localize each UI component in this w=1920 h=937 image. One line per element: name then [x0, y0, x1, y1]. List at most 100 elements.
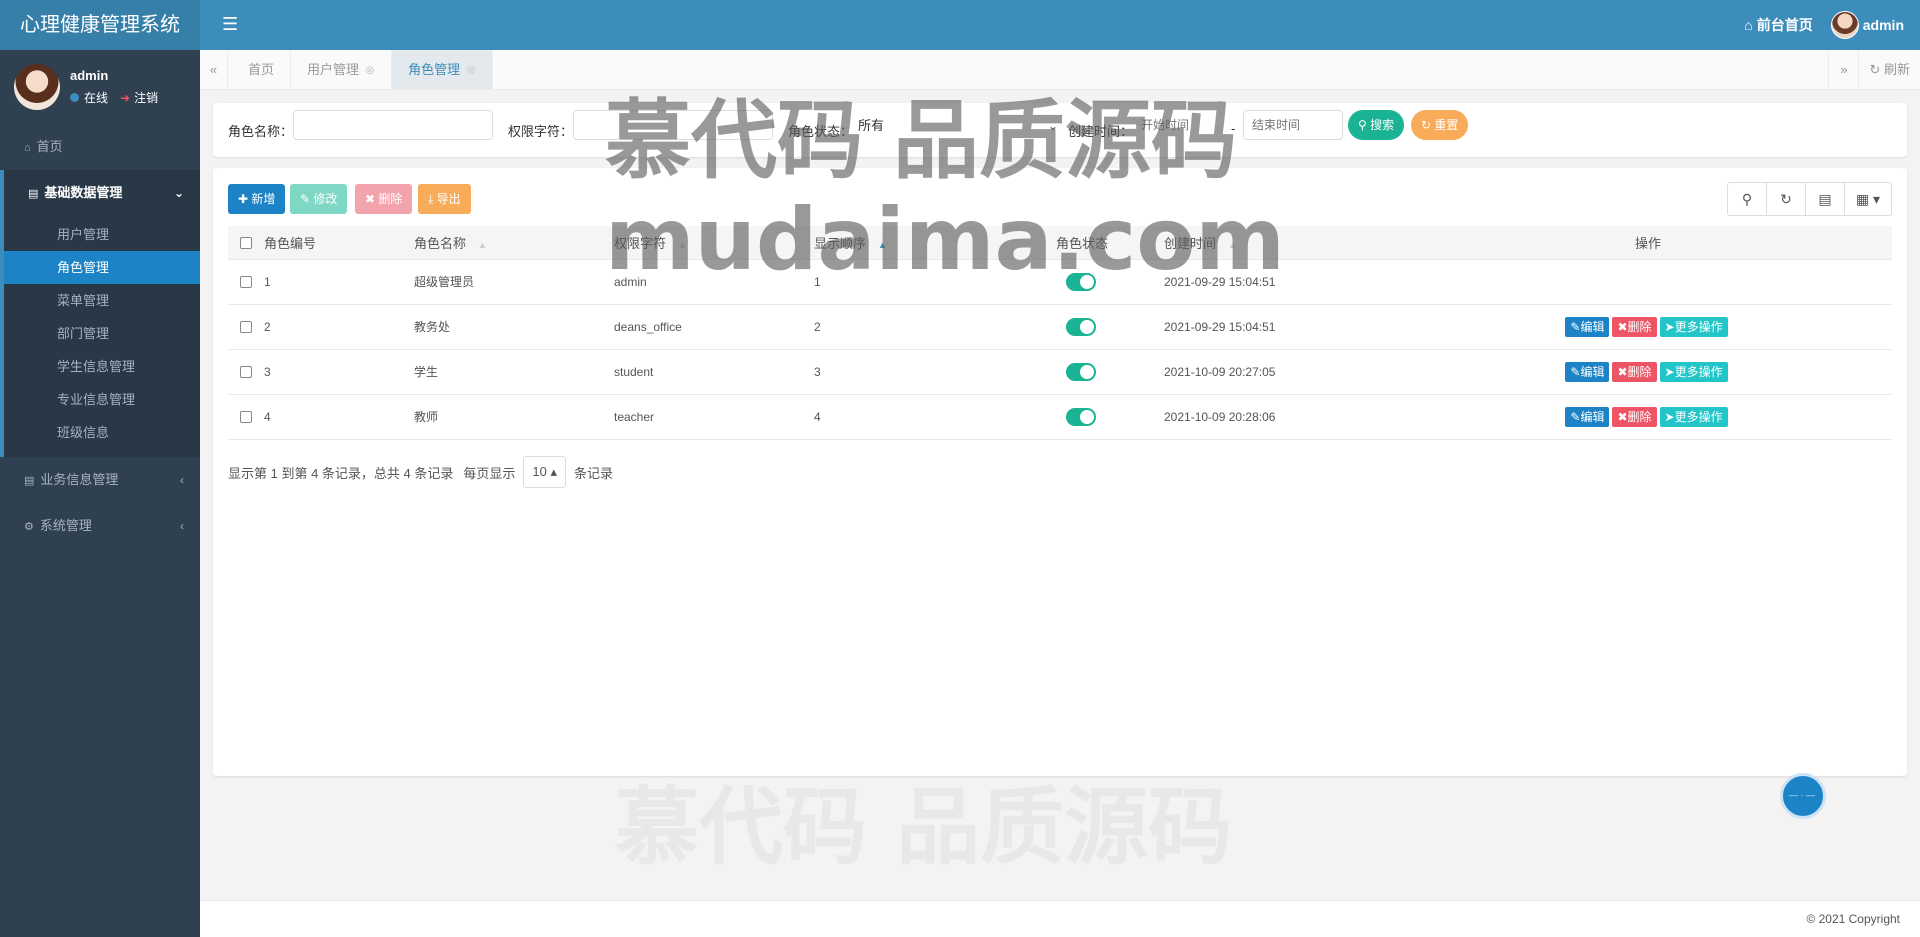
row-edit-button[interactable]: ✎编辑	[1565, 361, 1610, 382]
refresh-icon[interactable]: ↻	[1767, 183, 1806, 215]
close-icon[interactable]: ⊗	[365, 63, 375, 77]
reset-button[interactable]: ↻ 重置	[1411, 110, 1469, 140]
cell-order: 3	[814, 349, 1056, 395]
col-create-time[interactable]: 创建时间 ▲	[1164, 226, 1404, 260]
floating-action-button[interactable]	[1780, 773, 1826, 819]
cell-order: 2	[814, 304, 1056, 350]
row-delete-button[interactable]: ✖删除	[1612, 316, 1657, 337]
export-button[interactable]: ⤓ 导出	[418, 184, 471, 214]
tab-roles[interactable]: 角色管理 ⊗	[392, 50, 494, 90]
delete-button[interactable]: ✖ 删除	[355, 184, 413, 214]
refresh-tab-button[interactable]: ↻ 刷新	[1858, 50, 1920, 90]
select-all-checkbox[interactable]	[240, 237, 252, 250]
role-name-input[interactable]	[293, 110, 493, 140]
cell-role-name: 教务处	[414, 304, 614, 350]
edit-icon: ✎	[1570, 409, 1581, 424]
cell-perm-key: teacher	[614, 394, 814, 440]
avatar	[14, 64, 60, 110]
sidebar-item-roles[interactable]: 角色管理	[4, 251, 200, 284]
sidebar-item-menus[interactable]: 菜单管理	[4, 284, 200, 317]
edit-button[interactable]: ✎ 修改	[290, 184, 348, 214]
row-checkbox[interactable]	[240, 321, 252, 334]
tab-home[interactable]: 首页	[232, 50, 292, 90]
cell-role-id: 1	[264, 259, 414, 305]
top-header: 心理健康管理系统 ☰ ⌂ 前台首页 admin	[0, 0, 1920, 50]
card-view-icon[interactable]: ▤	[1806, 183, 1845, 215]
col-role-id[interactable]: 角色编号	[264, 226, 414, 260]
col-status: 角色状态	[1056, 226, 1164, 260]
col-perm-key[interactable]: 权限字符 ▲	[614, 226, 814, 260]
sidebar-item-users[interactable]: 用户管理	[4, 218, 200, 251]
cell-role-name: 教师	[414, 394, 614, 440]
close-icon[interactable]: ⊗	[466, 63, 476, 77]
cell-create-time: 2021-09-29 15:04:51	[1164, 259, 1404, 305]
columns-icon[interactable]: ▦ ▾	[1845, 183, 1891, 215]
sidebar-item-students[interactable]: 学生信息管理	[4, 350, 200, 383]
close-icon: ✖	[365, 192, 376, 206]
sidebar-item-basic-data[interactable]: ▤ 基础数据管理 ⌄	[0, 170, 200, 216]
edit-icon: ✎	[300, 192, 311, 206]
cell-role-id: 3	[264, 349, 414, 395]
search-button[interactable]: ⚲ 搜索	[1348, 110, 1405, 140]
sidebar-item-system[interactable]: ⚙ 系统管理 ‹	[0, 503, 200, 549]
search-icon[interactable]: ⚲	[1728, 183, 1767, 215]
home-icon: ⌂	[24, 142, 31, 154]
user-name: admin	[70, 68, 109, 83]
role-table: 角色编号 角色名称 ▲ 权限字符 ▲ 显示顺序 ▲ 角色状态 创建时间 ▲ 操作 1 超…	[228, 226, 1892, 440]
status-toggle[interactable]	[1066, 317, 1096, 336]
row-delete-button[interactable]: ✖删除	[1612, 406, 1657, 427]
table-tools: ⚲ ↻ ▤ ▦ ▾	[1727, 182, 1892, 216]
frontend-home-link[interactable]: ⌂ 前台首页	[1744, 15, 1812, 35]
tab-users[interactable]: 用户管理 ⊗	[291, 50, 393, 90]
row-checkbox[interactable]	[240, 276, 252, 289]
row-edit-button[interactable]: ✎编辑	[1565, 316, 1610, 337]
row-delete-button[interactable]: ✖删除	[1612, 361, 1657, 382]
end-time-input[interactable]	[1243, 110, 1343, 140]
logout-link[interactable]: ➜ 注销	[120, 89, 158, 106]
cell-order: 1	[814, 259, 1056, 305]
cell-role-id: 2	[264, 304, 414, 350]
status-label: 角色状态：	[788, 124, 854, 139]
row-more-button[interactable]: ➤更多操作	[1659, 316, 1728, 337]
perm-label: 权限字符：	[508, 124, 574, 139]
sidebar-item-home[interactable]: ⌂ 首页	[0, 124, 200, 170]
sidebar-item-majors[interactable]: 专业信息管理	[4, 383, 200, 416]
perm-input[interactable]	[573, 110, 773, 140]
cell-perm-key: student	[614, 349, 814, 395]
row-checkbox[interactable]	[240, 366, 252, 379]
cell-role-name: 超级管理员	[414, 259, 614, 305]
start-time-input[interactable]	[1133, 110, 1223, 140]
hamburger-icon[interactable]: ☰	[222, 14, 238, 35]
status-toggle[interactable]	[1066, 272, 1096, 291]
cell-order: 4	[814, 394, 1056, 440]
row-checkbox[interactable]	[240, 411, 252, 424]
add-button[interactable]: ✚ 新增	[228, 184, 286, 214]
search-icon: ⚲	[1358, 118, 1367, 132]
status-toggle[interactable]	[1066, 362, 1096, 381]
status-select[interactable]: 所有 ⌄	[858, 111, 1058, 141]
table-row[interactable]: 1 超级管理员 admin 1 2021-09-29 15:04:51	[228, 259, 1892, 305]
table-row[interactable]: 2 教务处 deans_office 2 2021-09-29 15:04:51…	[228, 304, 1892, 350]
row-edit-button[interactable]: ✎编辑	[1565, 406, 1610, 427]
table-row[interactable]: 3 学生 student 3 2021-10-09 20:27:05 ✎编辑 ✖删…	[228, 349, 1892, 395]
list-icon: ▤	[28, 188, 39, 200]
sidebar-item-business[interactable]: ▤ 业务信息管理 ‹	[0, 457, 200, 503]
row-more-button[interactable]: ➤更多操作	[1659, 406, 1728, 427]
sort-icon: ▲	[678, 239, 687, 250]
sidebar-item-departments[interactable]: 部门管理	[4, 317, 200, 350]
tab-strip: « 首页 用户管理 ⊗ 角色管理 ⊗ » ↻ 刷新	[200, 50, 1920, 90]
table-row[interactable]: 4 教师 teacher 4 2021-10-09 20:28:06 ✎编辑 ✖删…	[228, 394, 1892, 440]
status-toggle[interactable]	[1066, 407, 1096, 426]
tabs-scroll-left-icon[interactable]: «	[200, 50, 228, 90]
col-order[interactable]: 显示顺序 ▲	[814, 226, 1056, 260]
col-actions: 操作	[1404, 226, 1892, 260]
tabs-scroll-right-icon[interactable]: »	[1828, 50, 1858, 90]
sidebar-item-classes[interactable]: 班级信息	[4, 416, 200, 449]
chevron-down-icon: ⌄	[173, 186, 184, 200]
row-more-button[interactable]: ➤更多操作	[1659, 361, 1728, 382]
app-title: 心理健康管理系统	[0, 0, 200, 50]
user-menu[interactable]: admin	[1830, 11, 1904, 39]
col-role-name[interactable]: 角色名称 ▲	[414, 226, 614, 260]
page-size-select[interactable]: 10 ▴	[523, 456, 566, 488]
cell-role-name: 学生	[414, 349, 614, 395]
